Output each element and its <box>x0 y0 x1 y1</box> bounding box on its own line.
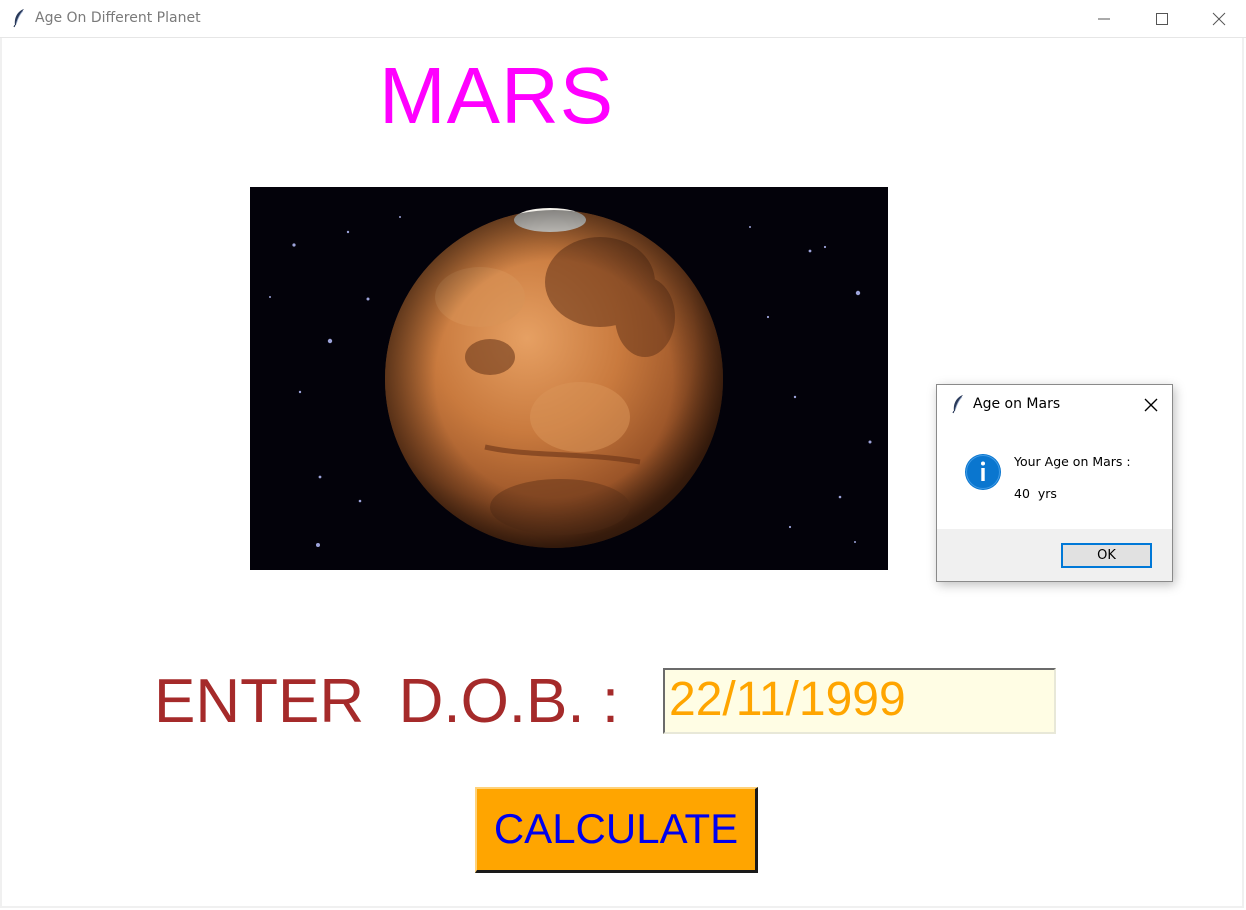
minimize-button[interactable] <box>1075 0 1133 36</box>
dob-input[interactable]: 22/11/1999 <box>663 668 1056 734</box>
feather-icon <box>952 395 963 414</box>
close-icon <box>1144 398 1158 412</box>
mars-illustration <box>250 187 888 570</box>
close-icon <box>1212 12 1226 26</box>
dialog-age-value: 40 yrs <box>1014 486 1057 501</box>
calculate-button[interactable]: CALCULATE <box>475 787 758 873</box>
age-result-dialog: Age on Mars Your Age on Mars : 40 yrs OK <box>936 384 1173 582</box>
dialog-message-label: Your Age on Mars : <box>1014 454 1131 469</box>
window-title: Age On Different Planet <box>35 10 201 26</box>
planet-title: MARS <box>379 51 615 140</box>
dob-label: ENTER D.O.B. : <box>154 667 620 736</box>
info-icon <box>965 454 1001 490</box>
maximize-button[interactable] <box>1133 0 1191 36</box>
ok-button[interactable]: OK <box>1061 543 1152 568</box>
maximize-icon <box>1156 13 1168 25</box>
close-window-button[interactable] <box>1190 0 1246 36</box>
feather-icon <box>13 9 24 28</box>
window-title-bar: Age On Different Planet <box>0 0 1246 38</box>
mars-planet-image <box>250 187 888 570</box>
minimize-icon <box>1098 18 1110 20</box>
dialog-close-button[interactable] <box>1142 396 1160 414</box>
dialog-footer: OK <box>937 529 1172 581</box>
dialog-title: Age on Mars <box>973 396 1061 412</box>
